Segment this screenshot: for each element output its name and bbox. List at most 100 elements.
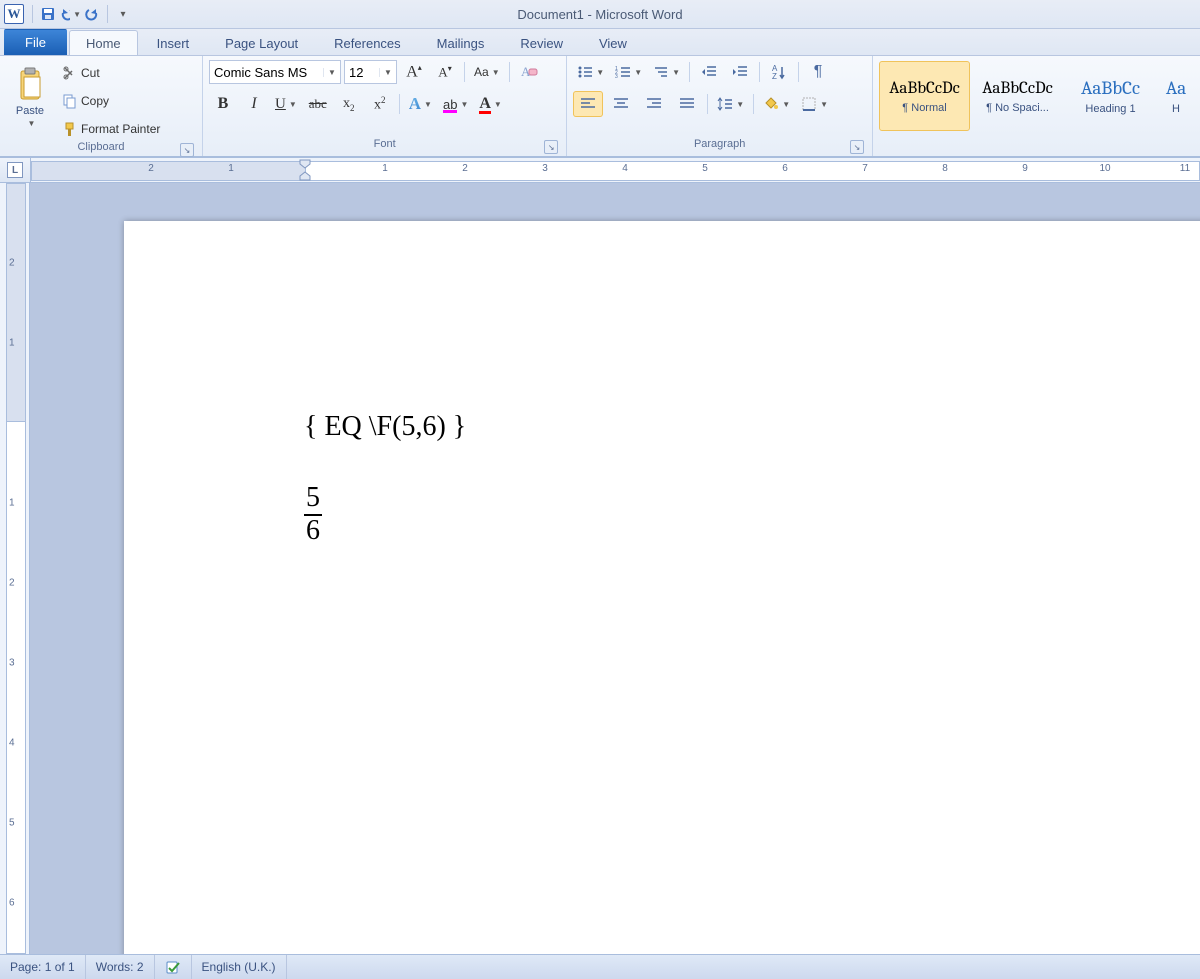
pilcrow-icon: ¶ — [814, 63, 823, 81]
horizontal-ruler[interactable]: 2 1 1 2 3 4 5 6 7 8 9 10 11 — [31, 158, 1200, 183]
ruler-row: L 2 1 1 2 3 4 5 6 7 8 9 10 11 — [0, 158, 1200, 183]
align-right-icon — [646, 97, 662, 111]
decrease-indent-button[interactable] — [695, 59, 723, 85]
proof-icon — [165, 959, 181, 975]
justify-icon — [679, 97, 695, 111]
subscript-button[interactable]: x2 — [335, 91, 363, 117]
indent-markers-icon[interactable] — [299, 159, 311, 181]
style-heading2[interactable]: Aa H — [1158, 61, 1194, 131]
status-page[interactable]: Page: 1 of 1 — [0, 955, 86, 979]
numbering-button[interactable]: 123▼ — [611, 59, 646, 85]
tab-selector[interactable]: L — [0, 158, 31, 183]
status-proofing[interactable] — [155, 955, 192, 979]
highlight-button[interactable]: ab▼ — [439, 91, 472, 117]
superscript-button[interactable]: x2 — [366, 91, 394, 117]
title-bar: W ▼ ▾ Document1 - Microsoft Word — [0, 0, 1200, 29]
tab-page-layout[interactable]: Page Layout — [208, 30, 315, 55]
qat-customize-button[interactable]: ▾ — [112, 3, 134, 25]
format-painter-button[interactable]: Format Painter — [58, 117, 196, 141]
text-effects-button[interactable]: A▼ — [405, 91, 436, 117]
tab-references[interactable]: References — [317, 30, 417, 55]
cut-label: Cut — [81, 66, 100, 80]
change-case-button[interactable]: Aa▼ — [470, 59, 504, 85]
clipboard-launcher[interactable]: ↘ — [180, 143, 194, 157]
font-launcher[interactable]: ↘ — [544, 140, 558, 154]
document-area[interactable]: { EQ \F(5,6) } 5 6 — [30, 183, 1200, 954]
paste-label: Paste — [16, 105, 44, 117]
fraction-denominator: 6 — [304, 516, 322, 547]
status-words[interactable]: Words: 2 — [86, 955, 155, 979]
multilevel-icon — [653, 65, 669, 79]
tab-mailings[interactable]: Mailings — [420, 30, 502, 55]
group-font: ▼ ▼ A▴ A▾ Aa▼ A B — [203, 56, 567, 156]
dropdown-icon[interactable]: ▼ — [323, 68, 340, 77]
shrink-font-button[interactable]: A▾ — [431, 59, 459, 85]
borders-button[interactable]: ▼ — [797, 91, 832, 117]
align-right-button[interactable] — [639, 91, 669, 117]
underline-button[interactable]: U▼ — [271, 91, 301, 117]
dropdown-icon: ▼ — [73, 10, 81, 19]
style-heading1[interactable]: AaBbCc Heading 1 — [1065, 61, 1156, 131]
paragraph-launcher[interactable]: ↘ — [850, 140, 864, 154]
align-center-button[interactable] — [606, 91, 636, 117]
outdent-icon — [701, 65, 717, 79]
qat-separator — [107, 5, 108, 23]
font-size-input[interactable] — [345, 65, 379, 80]
save-icon — [40, 6, 56, 22]
cut-button[interactable]: Cut — [58, 61, 196, 85]
save-button[interactable] — [37, 3, 59, 25]
page-content[interactable]: { EQ \F(5,6) } 5 6 — [304, 411, 466, 547]
paste-button[interactable]: Paste ▼ — [6, 59, 54, 135]
font-color-button[interactable]: A▼ — [475, 91, 505, 117]
page[interactable]: { EQ \F(5,6) } 5 6 — [124, 221, 1200, 954]
dropdown-icon[interactable]: ▼ — [379, 68, 396, 77]
font-size-combo[interactable]: ▼ — [344, 60, 397, 84]
bold-button[interactable]: B — [209, 91, 237, 117]
brush-icon — [62, 121, 78, 137]
copy-button[interactable]: Copy — [58, 89, 196, 113]
tab-file[interactable]: File — [4, 29, 67, 55]
vertical-ruler[interactable]: 2 1 1 2 3 4 5 6 — [0, 183, 30, 954]
field-code-text[interactable]: { EQ \F(5,6) } — [304, 411, 466, 443]
align-left-button[interactable] — [573, 91, 603, 117]
multilevel-list-button[interactable]: ▼ — [649, 59, 684, 85]
tab-review[interactable]: Review — [503, 30, 580, 55]
ribbon-tabs: File Home Insert Page Layout References … — [0, 29, 1200, 56]
highlight-icon: ab — [443, 97, 457, 112]
status-bar: Page: 1 of 1 Words: 2 English (U.K.) — [0, 954, 1200, 979]
word-icon: W — [4, 4, 24, 24]
justify-button[interactable] — [672, 91, 702, 117]
italic-button[interactable]: I — [240, 91, 268, 117]
fraction[interactable]: 5 6 — [304, 483, 322, 547]
align-center-icon — [613, 97, 629, 111]
group-label-font: Font ↘ — [209, 138, 560, 156]
dropdown-icon: ▼ — [28, 119, 36, 128]
group-styles: AaBbCcDc ¶ Normal AaBbCcDc ¶ No Spaci...… — [873, 56, 1200, 156]
status-language[interactable]: English (U.K.) — [192, 955, 287, 979]
tab-home[interactable]: Home — [69, 30, 138, 55]
bullets-icon — [577, 65, 593, 79]
sort-button[interactable]: AZ — [765, 59, 793, 85]
copy-label: Copy — [81, 94, 109, 108]
tab-view[interactable]: View — [582, 30, 644, 55]
tab-insert[interactable]: Insert — [140, 30, 207, 55]
group-label-clipboard: Clipboard ↘ — [6, 141, 196, 156]
scissors-icon — [62, 65, 78, 81]
clear-formatting-button[interactable]: A — [515, 59, 543, 85]
line-spacing-icon — [717, 96, 733, 112]
show-marks-button[interactable]: ¶ — [804, 59, 832, 85]
line-spacing-button[interactable]: ▼ — [713, 91, 748, 117]
font-name-input[interactable] — [210, 65, 323, 80]
style-no-spacing[interactable]: AaBbCcDc ¶ No Spaci... — [972, 61, 1063, 131]
shading-button[interactable]: ▼ — [759, 91, 794, 117]
style-normal[interactable]: AaBbCcDc ¶ Normal — [879, 61, 970, 131]
increase-indent-button[interactable] — [726, 59, 754, 85]
bullets-button[interactable]: ▼ — [573, 59, 608, 85]
font-name-combo[interactable]: ▼ — [209, 60, 341, 84]
redo-button[interactable] — [81, 3, 103, 25]
eraser-icon: A — [519, 63, 539, 81]
grow-font-button[interactable]: A▴ — [400, 59, 428, 85]
window-title: Document1 - Microsoft Word — [0, 7, 1200, 22]
strikethrough-button[interactable]: abc — [304, 91, 332, 117]
undo-button[interactable]: ▼ — [59, 3, 81, 25]
